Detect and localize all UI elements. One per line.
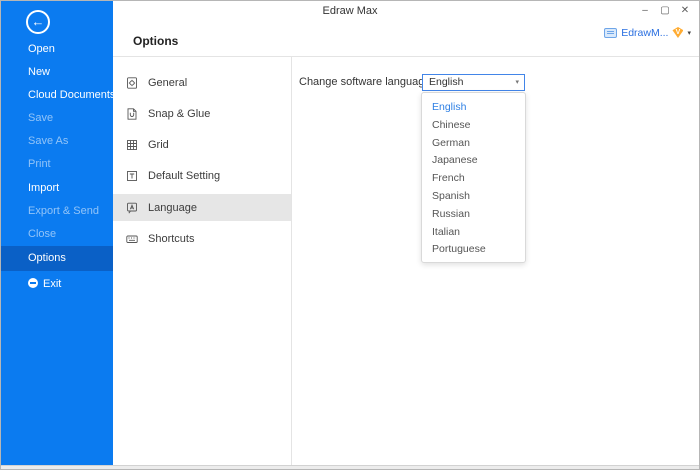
sidebar-item-print[interactable]: Print [1, 153, 113, 176]
sidebar-item-open[interactable]: Open [1, 38, 113, 61]
language-select-value: English [429, 76, 463, 88]
options-nav-item-default-setting[interactable]: Default Setting [113, 162, 291, 189]
sidebar-item-label: Export & Send [28, 205, 99, 217]
dropdown-option-french[interactable]: French [422, 170, 525, 188]
options-nav-label: Grid [148, 139, 169, 151]
sidebar-item-label: Open [28, 43, 55, 55]
sidebar-item-label: Import [28, 182, 59, 194]
window-bottom-border [1, 465, 699, 469]
vip-badge-icon[interactable]: V [672, 27, 683, 38]
sidebar-item-new[interactable]: New [1, 61, 113, 84]
window-controls: – ▢ ✕ [635, 3, 695, 19]
sidebar-item-export-send[interactable]: Export & Send [1, 200, 113, 223]
dropdown-option-chinese[interactable]: Chinese [422, 117, 525, 135]
options-nav-item-language[interactable]: Language [113, 194, 291, 221]
sidebar-item-label: Save As [28, 135, 68, 147]
shortcuts-icon [126, 233, 138, 245]
sidebar-item-import[interactable]: Import [1, 177, 113, 200]
dropdown-option-german[interactable]: German [422, 135, 525, 153]
sidebar-item-save-as[interactable]: Save As [1, 130, 113, 153]
dropdown-option-spanish[interactable]: Spanish [422, 188, 525, 206]
sidebar-item-label: Cloud Documents [28, 89, 115, 101]
options-nav-label: General [148, 77, 187, 89]
sidebar-item-close[interactable]: Close [1, 223, 113, 246]
chevron-down-icon[interactable]: ▾ [687, 29, 691, 37]
exit-icon [28, 278, 38, 288]
sidebar-item-label: Print [28, 158, 51, 170]
sidebar-item-label: Exit [43, 278, 61, 290]
change-language-label: Change software language: [299, 76, 434, 88]
sidebar-item-save[interactable]: Save [1, 107, 113, 130]
sidebar-item-options[interactable]: Options [1, 246, 113, 271]
chat-bubble-icon[interactable] [604, 28, 617, 38]
options-nav-label: Snap & Glue [148, 108, 210, 120]
options-nav-item-shortcuts[interactable]: Shortcuts [113, 225, 291, 252]
options-nav-item-snap-glue[interactable]: Snap & Glue [113, 100, 291, 127]
dropdown-option-english[interactable]: English [422, 99, 525, 117]
close-button[interactable]: ✕ [675, 3, 695, 19]
sidebar-item-cloud-documents[interactable]: Cloud Documents [1, 84, 113, 107]
language-select[interactable]: English ▾ [422, 74, 525, 91]
maximize-button[interactable]: ▢ [655, 3, 675, 19]
dropdown-option-italian[interactable]: Italian [422, 224, 525, 242]
dropdown-option-portuguese[interactable]: Portuguese [422, 241, 525, 259]
options-nav-item-grid[interactable]: Grid [113, 131, 291, 158]
vertical-divider [291, 57, 292, 465]
general-icon [126, 77, 138, 89]
dropdown-option-russian[interactable]: Russian [422, 206, 525, 224]
language-dropdown-list: English Chinese German Japanese French S… [421, 92, 526, 263]
options-nav-label: Shortcuts [148, 233, 194, 245]
sidebar-item-label: Save [28, 112, 53, 124]
page-title: Options [133, 34, 178, 48]
app-window: Edraw Max – ▢ ✕ EdrawM... V ▾ ← Open New… [0, 0, 700, 470]
grid-icon [126, 139, 138, 151]
back-button[interactable]: ← [26, 10, 50, 34]
options-nav-item-general[interactable]: General [113, 69, 291, 96]
dropdown-option-japanese[interactable]: Japanese [422, 152, 525, 170]
sidebar-item-label: Close [28, 228, 56, 240]
horizontal-divider [113, 56, 699, 57]
sidebar-item-label: Options [28, 252, 66, 264]
options-nav-label: Language [148, 202, 197, 214]
account-name[interactable]: EdrawM... [621, 27, 668, 39]
file-menu-sidebar: ← Open New Cloud Documents Save Save As … [1, 1, 113, 466]
sidebar-item-label: New [28, 66, 50, 78]
snap-glue-icon [126, 108, 138, 120]
language-icon [126, 202, 138, 214]
back-arrow-icon: ← [32, 14, 45, 29]
sidebar-item-exit[interactable]: Exit [1, 273, 113, 296]
chevron-down-icon: ▾ [515, 75, 519, 90]
default-setting-icon [126, 170, 138, 182]
account-area[interactable]: EdrawM... V ▾ [604, 25, 691, 40]
minimize-button[interactable]: – [635, 3, 655, 19]
options-nav-label: Default Setting [148, 170, 220, 182]
